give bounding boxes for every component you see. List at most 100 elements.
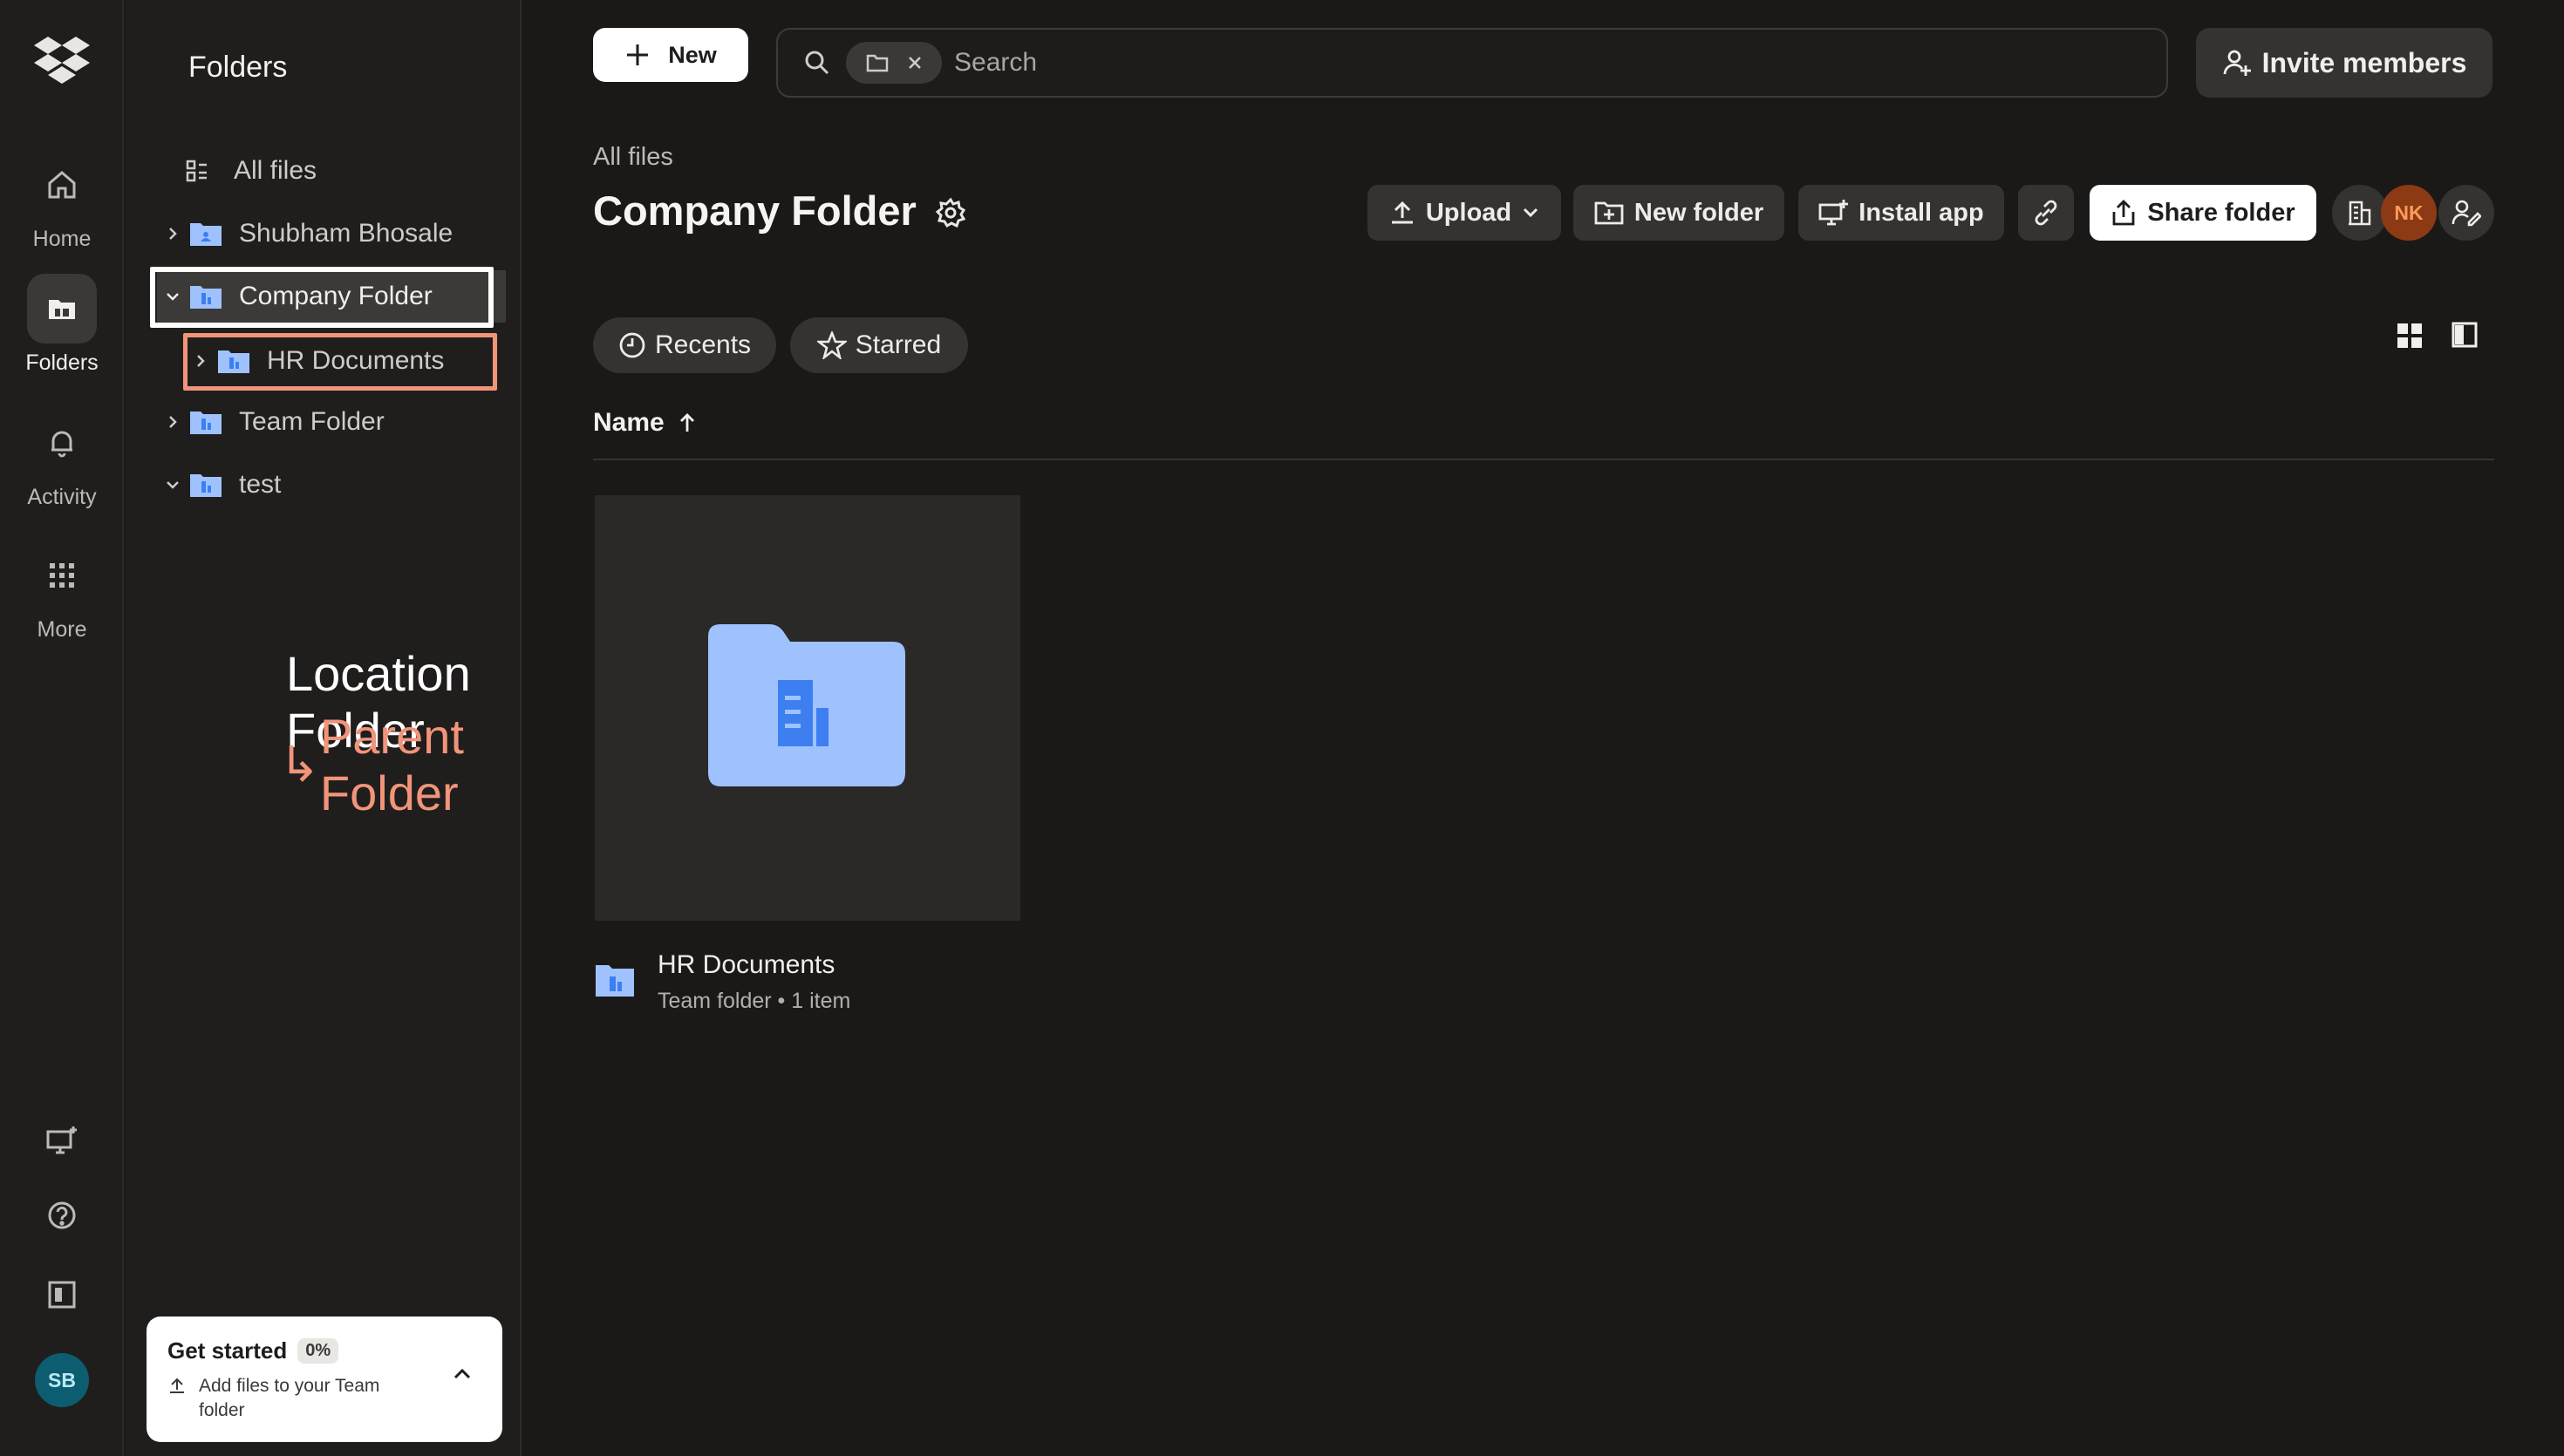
folders-icon [27, 274, 97, 344]
get-started-title-text: Get started [167, 1337, 288, 1364]
recents-label: Recents [654, 330, 752, 359]
search-bar[interactable]: Search [776, 28, 2168, 98]
tree-label: test [239, 470, 282, 499]
starred-label: Starred [855, 330, 942, 359]
page-title: Company Folder [593, 187, 917, 234]
get-started-card[interactable]: Get started 0% Add files to your Team fo… [147, 1317, 502, 1442]
tree-item-shubham-bhosale[interactable]: Shubham Bhosale [157, 208, 506, 260]
info-panel-icon[interactable] [2451, 321, 2479, 353]
close-icon[interactable] [907, 55, 923, 71]
rail-label-more: More [37, 617, 87, 642]
highlight-parent-box [183, 333, 497, 391]
upload-label: Upload [1425, 198, 1512, 227]
annotation-parent-label: Parent Folder [319, 709, 464, 820]
file-thumbnail[interactable] [595, 495, 1020, 921]
rail-label-folders: Folders [25, 350, 99, 375]
invite-members-label: Invite members [2261, 46, 2467, 78]
team-folder-icon [188, 471, 227, 499]
chevron-down-icon [1524, 208, 1538, 218]
upload-icon [1391, 201, 1413, 224]
file-item[interactable]: HR Documents Team folder • 1 item [593, 950, 850, 1014]
install-app-button[interactable]: Install app [1798, 185, 2004, 241]
get-started-title: Get started 0% [167, 1337, 481, 1364]
add-person-icon [2223, 50, 2251, 76]
personal-folder-icon [188, 220, 227, 248]
home-icon [27, 150, 97, 220]
copy-link-button[interactable] [2018, 185, 2074, 241]
app-window: Home Folders Activity More SB Folders Al… [0, 0, 2564, 1456]
name-column-header[interactable]: Name [593, 408, 696, 438]
folder-scope-chip[interactable] [846, 42, 942, 84]
header-divider [593, 459, 2494, 460]
chevron-right-icon[interactable] [157, 414, 188, 430]
user-avatar[interactable]: SB [0, 1353, 124, 1407]
avatar-initials: SB [35, 1353, 89, 1407]
new-folder-button[interactable]: New folder [1573, 185, 1784, 241]
chevron-down-icon[interactable] [157, 479, 188, 491]
clock-icon [619, 332, 645, 358]
grid-view-icon[interactable] [2395, 321, 2424, 355]
star-icon [816, 331, 847, 359]
breadcrumb[interactable]: All files [593, 143, 673, 172]
tree-item-test[interactable]: test [157, 459, 506, 511]
get-started-subtitle: Add files to your Team folder [167, 1374, 429, 1423]
progress-badge: 0% [297, 1338, 339, 1364]
starred-filter[interactable]: Starred [790, 317, 968, 373]
bell-icon [27, 408, 97, 478]
main-content: New Search Invite members All files Comp… [523, 0, 2564, 1456]
annotation-parent-folder: ↳ Parent Folder [279, 708, 520, 821]
new-button-label: New [668, 41, 717, 68]
file-name[interactable]: HR Documents [658, 950, 850, 980]
rail-item-more[interactable]: More [0, 541, 124, 643]
folder-plus-icon [1594, 201, 1624, 225]
folder-tree-panel: Folders All files Shubham Bhosale Compan… [126, 0, 522, 1456]
share-folder-label: Share folder [2147, 198, 2295, 227]
new-folder-label: New folder [1633, 198, 1764, 227]
chevron-up-icon[interactable] [452, 1367, 473, 1385]
annotation-arrow: ↳ [279, 737, 320, 792]
rail-item-activity[interactable]: Activity [0, 408, 124, 510]
recents-filter[interactable]: Recents [593, 317, 776, 373]
search-icon [805, 51, 829, 75]
manage-access-icon[interactable] [2438, 185, 2494, 241]
tree-title: Folders [188, 51, 288, 84]
folder-icon [866, 54, 888, 72]
help-icon[interactable] [0, 1200, 124, 1231]
install-app-label: Install app [1858, 198, 1984, 227]
upload-icon [167, 1376, 187, 1423]
chevron-right-icon[interactable] [157, 226, 188, 242]
plus-icon [627, 44, 649, 65]
gear-icon[interactable] [935, 197, 966, 233]
tree-label: Shubham Bhosale [239, 219, 453, 248]
rail-label-activity: Activity [27, 485, 97, 509]
get-started-subtitle-text: Add files to your Team folder [199, 1376, 380, 1420]
team-folder-icon [593, 963, 637, 1014]
sort-ascending-icon [679, 413, 694, 432]
share-icon [2112, 200, 2135, 226]
file-meta: Team folder • 1 item [658, 989, 851, 1013]
grid-dots-icon [27, 541, 97, 610]
left-rail: Home Folders Activity More SB [0, 0, 124, 1456]
tree-item-all-files[interactable]: All files [185, 145, 317, 197]
desktop-plus-icon [1818, 200, 1849, 226]
upload-button[interactable]: Upload [1367, 185, 1561, 241]
invite-members-button[interactable]: Invite members [2196, 28, 2492, 98]
all-files-icon [185, 159, 220, 183]
rail-item-folders[interactable]: Folders [0, 274, 124, 376]
search-input[interactable]: Search [954, 48, 1037, 78]
tree-label-all-files: All files [234, 156, 317, 185]
team-building-icon[interactable] [2332, 185, 2388, 241]
link-icon [2035, 200, 2057, 226]
member-avatar[interactable]: NK [2381, 185, 2437, 241]
highlight-location-box [150, 267, 494, 328]
team-folder-large-icon [708, 624, 905, 791]
team-folder-icon [188, 408, 227, 436]
new-button[interactable]: New [593, 28, 748, 82]
tree-label: Team Folder [239, 407, 385, 436]
tree-item-team-folder[interactable]: Team Folder [157, 396, 506, 448]
install-desktop-icon[interactable] [0, 1125, 124, 1156]
panel-toggle-icon[interactable] [0, 1280, 124, 1310]
dropbox-logo-icon[interactable] [33, 35, 91, 84]
rail-item-home[interactable]: Home [0, 150, 124, 252]
share-folder-button[interactable]: Share folder [2090, 185, 2316, 241]
